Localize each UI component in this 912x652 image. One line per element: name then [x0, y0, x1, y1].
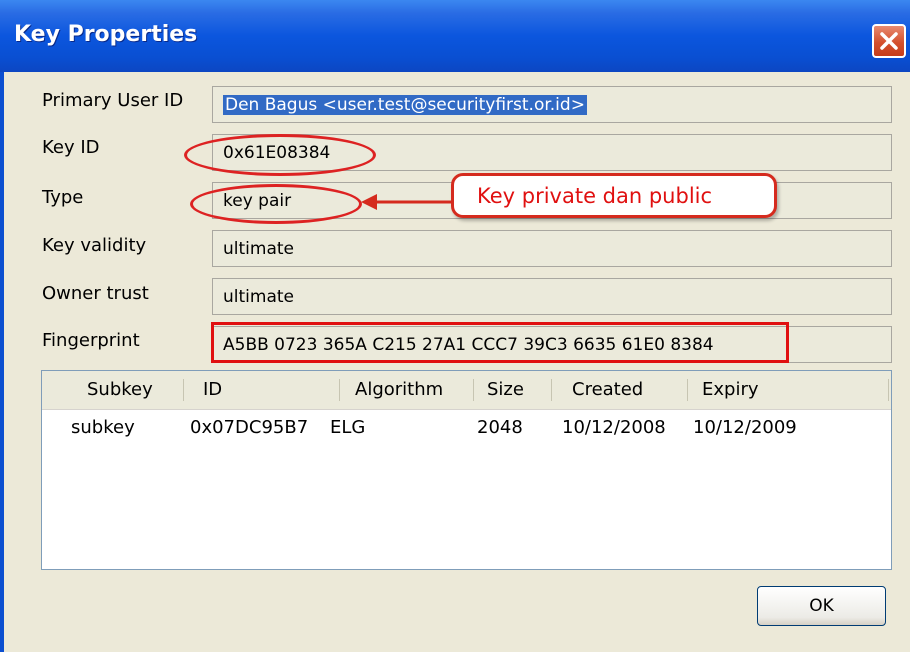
column-divider[interactable]: [339, 379, 340, 401]
type-label: Type: [42, 187, 84, 208]
column-header-id[interactable]: ID: [203, 371, 222, 409]
close-button[interactable]: [872, 24, 906, 58]
column-header-size[interactable]: Size: [487, 371, 524, 409]
type-highlight-ellipse: [190, 184, 362, 224]
primary-user-id-value: Den Bagus <user.test@securityfirst.or.id…: [223, 95, 587, 115]
column-divider[interactable]: [473, 379, 474, 401]
fingerprint-label: Fingerprint: [42, 330, 140, 351]
key-id-label: Key ID: [42, 137, 100, 158]
fingerprint-highlight-box: [211, 322, 789, 363]
column-header-created[interactable]: Created: [572, 371, 643, 409]
subkeys-table[interactable]: Subkey ID Algorithm Size Created Expiry …: [41, 370, 892, 570]
cell-subkey: subkey: [71, 417, 135, 438]
cell-created: 10/12/2008: [562, 417, 666, 438]
window-title: Key Properties: [14, 22, 198, 47]
key-validity-field[interactable]: ultimate: [212, 230, 892, 267]
table-header: Subkey ID Algorithm Size Created Expiry: [42, 371, 891, 410]
column-divider[interactable]: [888, 379, 889, 401]
owner-trust-value: ultimate: [223, 287, 294, 307]
column-header-subkey[interactable]: Subkey: [87, 371, 153, 409]
column-divider[interactable]: [687, 379, 688, 401]
key-validity-label: Key validity: [42, 235, 147, 256]
callout-arrow-icon: [361, 194, 453, 210]
owner-trust-label: Owner trust: [42, 283, 149, 304]
cell-algorithm: ELG: [330, 417, 366, 438]
title-bar[interactable]: Key Properties: [0, 0, 910, 72]
column-header-expiry[interactable]: Expiry: [702, 371, 759, 409]
column-divider[interactable]: [551, 379, 552, 401]
key-id-highlight-ellipse: [184, 134, 376, 176]
cell-expiry: 10/12/2009: [693, 417, 797, 438]
key-properties-dialog: Key Properties Primary User ID Key ID Ty…: [0, 0, 910, 652]
cell-size: 2048: [477, 417, 523, 438]
cell-id: 0x07DC95B7: [190, 417, 309, 438]
annotation-callout: Key private dan public: [451, 173, 777, 218]
ok-button[interactable]: OK: [757, 586, 886, 626]
column-header-algorithm[interactable]: Algorithm: [355, 371, 443, 409]
primary-user-id-label: Primary User ID: [42, 90, 184, 111]
dialog-content: Primary User ID Key ID Type Key validity…: [0, 72, 910, 652]
column-divider[interactable]: [183, 379, 184, 401]
owner-trust-field[interactable]: ultimate: [212, 278, 892, 315]
primary-user-id-field[interactable]: Den Bagus <user.test@securityfirst.or.id…: [212, 86, 892, 123]
key-validity-value: ultimate: [223, 239, 294, 259]
